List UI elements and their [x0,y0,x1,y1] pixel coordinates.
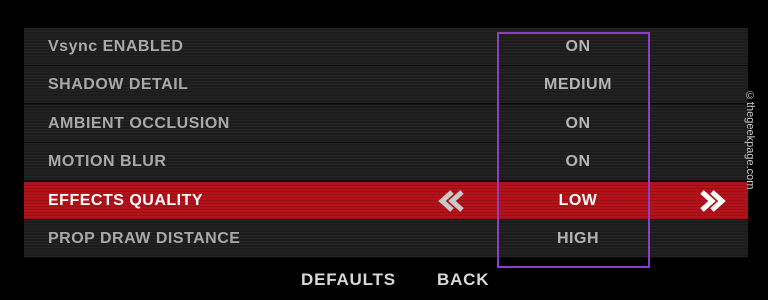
setting-label: MOTION BLUR [48,153,167,170]
setting-value: ON [565,38,591,55]
setting-label: Vsync ENABLED [48,38,184,55]
setting-value: ON [565,115,591,132]
setting-row-effects-quality[interactable]: EFFECTS QUALITY LOW [24,182,748,220]
setting-value: MEDIUM [544,76,612,93]
setting-label: AMBIENT OCCLUSION [48,115,230,132]
setting-label: EFFECTS QUALITY [48,192,204,209]
setting-row-vsync[interactable]: Vsync ENABLED ON [24,28,748,66]
double-chevron-left-icon[interactable] [430,189,470,213]
defaults-button[interactable]: DEFAULTS [301,268,396,292]
setting-value: HIGH [557,230,599,247]
setting-value: ON [565,153,591,170]
setting-label: PROP DRAW DISTANCE [48,230,241,247]
setting-value: LOW [558,192,598,209]
watermark-text: ©thegeekpage.com [744,90,756,190]
setting-row-prop-draw-distance[interactable]: PROP DRAW DISTANCE HIGH [24,220,748,258]
setting-row-ambient-occlusion[interactable]: AMBIENT OCCLUSION ON [24,105,748,143]
double-chevron-right-icon[interactable] [694,189,734,213]
setting-row-shadow-detail[interactable]: SHADOW DETAIL MEDIUM [24,66,748,104]
setting-label: SHADOW DETAIL [48,76,189,93]
back-button[interactable]: BACK [437,268,489,292]
setting-row-motion-blur[interactable]: MOTION BLUR ON [24,143,748,181]
